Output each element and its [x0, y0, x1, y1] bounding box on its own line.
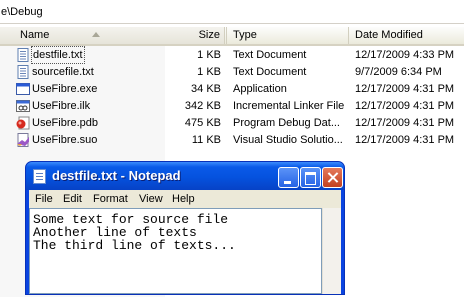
text-editor[interactable]: Some text for source file Another line o…: [29, 208, 322, 294]
file-date: 12/17/2009 4:31 PM: [355, 117, 455, 129]
file-row[interactable]: UseFibre.suo 11 KB Visual Studio Solutio…: [0, 132, 464, 148]
file-name: destfile.txt: [31, 46, 85, 64]
file-size: 342 KB: [184, 100, 221, 112]
file-date: 12/17/2009 4:33 PM: [355, 49, 455, 61]
file-type: Incremental Linker File: [233, 100, 345, 112]
file-type: Program Debug Dat...: [233, 117, 340, 129]
file-type: Text Document: [233, 49, 307, 61]
address-path[interactable]: e\Debug: [1, 6, 43, 18]
menu-help[interactable]: Help: [172, 193, 195, 205]
file-row[interactable]: sourcefile.txt 1 KB Text Document 9/7/20…: [0, 64, 464, 80]
file-type: Text Document: [233, 66, 307, 78]
file-row[interactable]: UseFibre.exe 34 KB Application 12/17/200…: [0, 81, 464, 97]
file-row[interactable]: destfile.txt 1 KB Text Document 12/17/20…: [0, 46, 464, 64]
window-title: destfile.txt - Notepad: [52, 168, 181, 183]
text-file-icon: [17, 65, 29, 79]
column-header-name-label: Name: [20, 29, 50, 41]
file-name: UseFibre.suo: [32, 134, 98, 146]
file-date: 9/7/2009 6:34 PM: [355, 66, 442, 78]
menu-file[interactable]: File: [35, 193, 53, 205]
vertical-scrollbar[interactable]: [322, 208, 341, 294]
menu-view[interactable]: View: [139, 193, 163, 205]
notepad-client-area: Some text for source file Another line o…: [29, 208, 341, 294]
menu-bar: File Edit Format View Help: [29, 190, 341, 208]
column-header-date[interactable]: Date Modified: [349, 27, 464, 44]
menu-edit[interactable]: Edit: [63, 193, 82, 205]
text-line: The third line of texts...: [33, 238, 236, 253]
file-date: 12/17/2009 4:31 PM: [355, 83, 455, 95]
file-type: Application: [233, 83, 287, 95]
file-size: 11 KB: [191, 134, 221, 146]
file-size: 1 KB: [197, 66, 221, 78]
minimize-button[interactable]: [278, 167, 299, 188]
column-header-date-label: Date Modified: [355, 29, 423, 41]
visual-studio-icon: [17, 133, 29, 147]
notepad-window: destfile.txt - Notepad File Edit Format …: [25, 161, 345, 295]
column-header-type-label: Type: [233, 29, 257, 41]
linker-file-icon: [16, 100, 30, 112]
file-name: sourcefile.txt: [32, 66, 94, 78]
column-header-size[interactable]: Size: [165, 27, 227, 44]
column-header-size-label: Size: [198, 29, 220, 41]
file-row[interactable]: UseFibre.pdb 475 KB Program Debug Dat...…: [0, 115, 464, 131]
notepad-icon[interactable]: [33, 169, 46, 184]
maximize-button[interactable]: [300, 167, 321, 188]
column-header-type[interactable]: Type: [227, 27, 349, 44]
file-size: 34 KB: [191, 83, 221, 95]
file-size: 1 KB: [197, 49, 221, 61]
menu-format[interactable]: Format: [93, 193, 128, 205]
file-row[interactable]: UseFibre.ilk 342 KB Incremental Linker F…: [0, 98, 464, 114]
file-date: 12/17/2009 4:31 PM: [355, 100, 455, 112]
file-size: 475 KB: [184, 117, 221, 129]
column-header-row: Name Size Type Date Modified: [0, 27, 464, 46]
sort-ascending-icon: [92, 32, 100, 37]
close-button[interactable]: [322, 167, 343, 188]
application-icon: [16, 83, 30, 95]
text-file-icon: [17, 48, 29, 62]
debug-database-icon: [16, 116, 30, 130]
file-type: Visual Studio Solutio...: [233, 134, 343, 146]
file-date: 12/17/2009 4:31 PM: [355, 134, 455, 146]
file-name: UseFibre.pdb: [32, 117, 99, 129]
notepad-titlebar[interactable]: destfile.txt - Notepad: [26, 162, 344, 190]
file-name: UseFibre.ilk: [32, 100, 91, 112]
file-name: UseFibre.exe: [32, 83, 98, 95]
address-bar[interactable]: e\Debug: [0, 0, 464, 24]
